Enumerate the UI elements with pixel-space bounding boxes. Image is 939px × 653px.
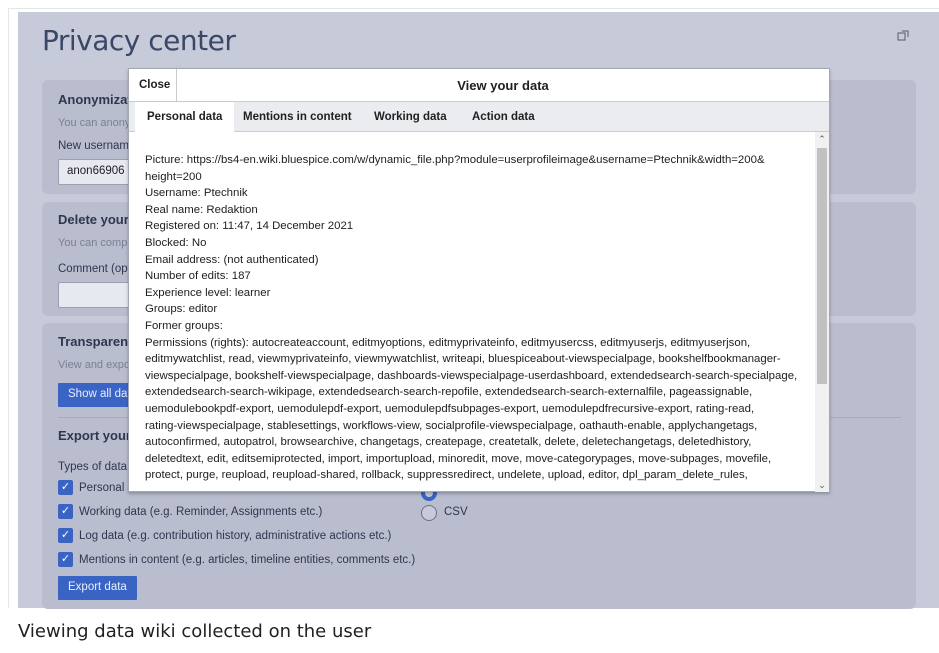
data-line: extendedsearch-search-wikipage, extended… (145, 386, 753, 399)
close-button[interactable]: Close (129, 69, 177, 102)
data-line: Registered on: 11:47, 14 December 2021 (145, 220, 354, 233)
dialog-header: Close View your data (129, 69, 829, 102)
data-line: editmywatchlist, read, viewmyprivateinfo… (145, 353, 781, 366)
dialog-tabs: Personal data Mentions in content Workin… (129, 102, 829, 133)
transparency-description: View and expo (58, 359, 130, 371)
checkbox-checked-icon[interactable]: ✓ (58, 528, 73, 543)
format-csv-label: CSV (444, 506, 468, 518)
data-line: rating-viewspecialpage, stablesettings, … (145, 419, 758, 432)
comment-label: Comment (opt (58, 263, 131, 275)
data-line: Permissions (rights): autocreateaccount,… (145, 336, 751, 349)
data-line: Blocked: No (145, 236, 207, 249)
external-popup-icon[interactable] (897, 30, 909, 42)
data-line: Former groups: (145, 319, 223, 332)
scroll-up-icon[interactable]: ⌃ (815, 132, 829, 146)
checkbox-log-data[interactable]: ✓ Log data (e.g. contribution history, a… (58, 528, 391, 543)
data-line: protect, purge, reupload, reupload-share… (145, 469, 748, 482)
tab-mentions-in-content[interactable]: Mentions in content (231, 102, 364, 132)
format-radio-csv[interactable] (421, 505, 437, 521)
dialog-scrollbar[interactable]: ⌃ ⌄ (815, 132, 829, 492)
checkbox-personal-data[interactable]: ✓ Personal d (58, 480, 134, 495)
checkbox-label: Working data (e.g. Reminder, Assignments… (79, 505, 323, 518)
checkbox-checked-icon[interactable]: ✓ (58, 504, 73, 519)
checkbox-working-data[interactable]: ✓ Working data (e.g. Reminder, Assignmen… (58, 504, 322, 519)
scroll-down-icon[interactable]: ⌄ (815, 478, 829, 492)
data-line: Username: Ptechnik (145, 187, 248, 200)
data-line: deletedtext, edit, editsemiprotected, im… (145, 452, 772, 465)
tab-working-data[interactable]: Working data (362, 102, 459, 132)
view-data-dialog: Close View your data Personal data Menti… (128, 68, 830, 492)
page-title: Privacy center (42, 24, 236, 57)
tab-personal-data[interactable]: Personal data (135, 102, 235, 133)
personal-data-content: Picture: https://bs4-en.wiki.bluespice.c… (129, 132, 815, 492)
scroll-thumb[interactable] (817, 148, 827, 384)
new-username-label: New usernam (58, 140, 129, 152)
checkbox-checked-icon[interactable]: ✓ (58, 480, 73, 495)
delete-description: You can comp (58, 237, 128, 249)
checkbox-label: Mentions in content (e.g. articles, time… (79, 553, 416, 566)
checkbox-label: Personal d (79, 481, 134, 494)
data-line: height=200 (145, 170, 202, 183)
checkbox-mentions[interactable]: ✓ Mentions in content (e.g. articles, ti… (58, 552, 415, 567)
data-line: Number of edits: 187 (145, 270, 251, 283)
data-line: viewspecialpage, bookshelf-viewspecialpa… (145, 369, 798, 382)
transparency-heading: Transparenc (58, 334, 136, 349)
export-data-button[interactable]: Export data (58, 576, 137, 600)
checkbox-label: Log data (e.g. contribution history, adm… (79, 529, 392, 542)
data-line: autoconfirmed, autopatrol, browsearchive… (145, 436, 752, 449)
data-line: Experience level: learner (145, 286, 271, 299)
data-line: Real name: Redaktion (145, 203, 258, 216)
anonymization-heading: Anonymizat (58, 92, 132, 107)
tab-action-data[interactable]: Action data (460, 102, 547, 132)
figure-caption: Viewing data wiki collected on the user (18, 621, 372, 642)
data-line: Groups: editor (145, 303, 218, 316)
export-heading: Export your (58, 428, 131, 443)
types-of-data-label: Types of data (58, 461, 128, 473)
data-line: Email address: (not authenticated) (145, 253, 319, 266)
data-line: uemodulebookpdf-export, uemodulepdf-expo… (145, 402, 755, 415)
dialog-title: View your data (457, 78, 549, 93)
data-line: Picture: https://bs4-en.wiki.bluespice.c… (145, 154, 765, 166)
checkbox-checked-icon[interactable]: ✓ (58, 552, 73, 567)
anonymization-description: You can anony (58, 117, 131, 129)
delete-heading: Delete your (58, 212, 129, 227)
